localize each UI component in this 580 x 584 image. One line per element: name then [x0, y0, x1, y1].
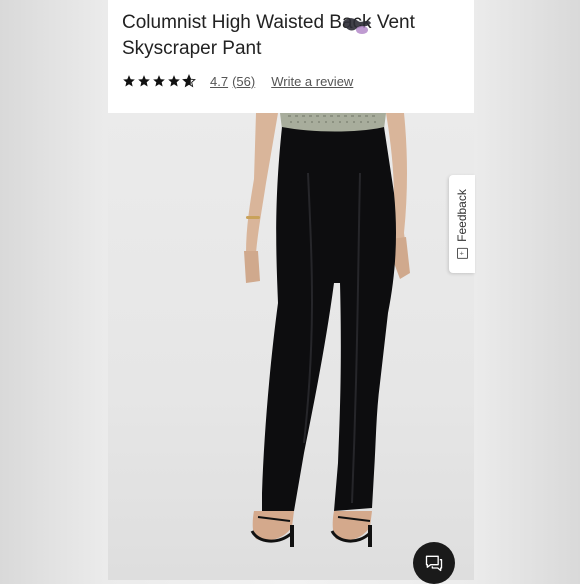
rating-row: 4.7 (56) Write a review	[122, 71, 353, 91]
star-icon	[123, 75, 135, 87]
pants-illustration	[244, 113, 410, 547]
star-icon	[153, 75, 165, 87]
feedback-content: + Feedback	[455, 189, 469, 259]
feedback-label: Feedback	[455, 189, 469, 242]
chat-icon	[425, 555, 443, 572]
write-review-link[interactable]: Write a review	[271, 74, 353, 89]
star-icon	[168, 75, 180, 87]
review-count[interactable]: (56)	[232, 74, 255, 89]
chat-button[interactable]	[413, 542, 455, 584]
half-star-icon	[182, 74, 196, 88]
product-image	[108, 113, 474, 580]
star-rating	[122, 74, 196, 88]
feedback-tab[interactable]: + Feedback	[449, 175, 475, 273]
feedback-icon: +	[456, 247, 468, 259]
product-title: Columnist High Waisted Back Vent Skyscra…	[122, 12, 415, 59]
product-card: Columnist High Waisted Back Vent Skyscra…	[108, 0, 474, 580]
star-icon	[138, 75, 150, 87]
rating-value[interactable]: 4.7	[210, 74, 228, 89]
